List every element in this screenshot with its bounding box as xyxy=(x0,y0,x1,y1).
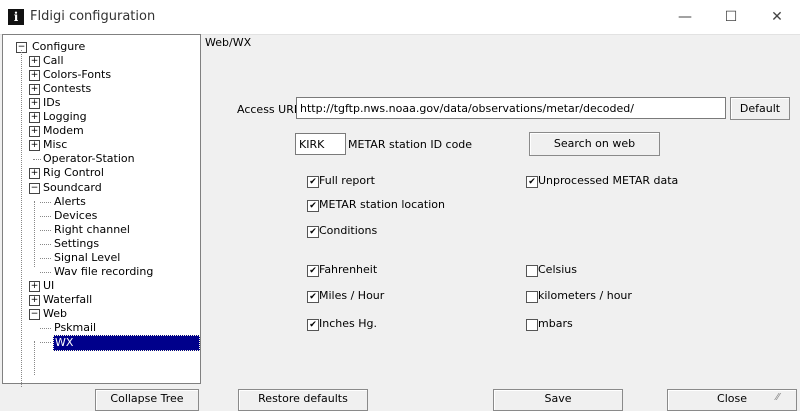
tree-item-logging[interactable]: Logging xyxy=(43,110,87,124)
km-hour-checkbox[interactable] xyxy=(526,291,538,303)
tree-expander-icon[interactable]: + xyxy=(29,168,40,180)
tree-expander-icon[interactable]: + xyxy=(29,280,40,292)
tree-guide-line xyxy=(34,341,35,375)
celsius-label: Celsius xyxy=(538,263,577,276)
tree-expander-icon[interactable]: − xyxy=(29,182,40,194)
tree-connector xyxy=(40,257,51,259)
tree-item-web[interactable]: Web xyxy=(43,307,67,321)
fldigi-app-icon: i xyxy=(8,9,24,25)
tree-item-contests[interactable]: Contests xyxy=(43,82,91,96)
inches-hg-checkbox[interactable]: ✔ xyxy=(307,319,319,331)
tree-expander-icon[interactable]: + xyxy=(29,126,40,138)
close-window-button[interactable]: ✕ xyxy=(754,4,800,30)
station-location-label: METAR station location xyxy=(319,198,445,211)
tree-item-operator-station[interactable]: Operator-Station xyxy=(43,152,135,166)
tree-connector xyxy=(40,229,51,231)
full-report-checkbox[interactable]: ✔ xyxy=(307,176,319,188)
tree-connector xyxy=(40,243,51,245)
tree-expander-icon[interactable]: + xyxy=(29,98,40,110)
conditions-checkbox[interactable]: ✔ xyxy=(307,226,319,238)
celsius-checkbox[interactable] xyxy=(526,265,538,277)
tree-expander-icon[interactable]: + xyxy=(29,70,40,82)
tree-item-rig-control[interactable]: Rig Control xyxy=(43,166,104,180)
access-url-input[interactable]: http://tgftp.nws.noaa.gov/data/observati… xyxy=(296,97,726,119)
miles-hour-checkbox[interactable]: ✔ xyxy=(307,291,319,303)
title-bar: i Fldigi configuration — ☐ ✕ xyxy=(0,0,800,35)
unprocessed-checkbox[interactable]: ✔ xyxy=(526,176,538,188)
fahrenheit-checkbox[interactable]: ✔ xyxy=(307,265,319,277)
tree-expander-icon[interactable]: + xyxy=(29,294,40,306)
tree-connector xyxy=(33,159,41,161)
mbars-label: mbars xyxy=(538,317,573,330)
tree-item-settings[interactable]: Settings xyxy=(54,237,99,251)
unprocessed-label: Unprocessed METAR data xyxy=(538,174,679,187)
tree-connector xyxy=(40,215,51,217)
tree-item-right-channel[interactable]: Right channel xyxy=(54,223,130,237)
tree-item-ids[interactable]: IDs xyxy=(43,96,60,110)
maximize-button[interactable]: ☐ xyxy=(708,4,754,30)
web-wx-panel: Web/WX Access URL http://tgftp.nws.noaa.… xyxy=(201,34,798,382)
tree-expander-icon[interactable]: + xyxy=(29,56,40,68)
tree-connector xyxy=(40,342,51,344)
window-title: Fldigi configuration xyxy=(30,9,156,24)
tree-connector xyxy=(40,328,51,329)
default-button[interactable]: Default xyxy=(730,97,790,120)
fahrenheit-label: Fahrenheit xyxy=(319,263,378,276)
tree-item-waterfall[interactable]: Waterfall xyxy=(43,293,92,307)
station-id-input[interactable]: KIRK xyxy=(295,133,346,155)
resize-grip-icon[interactable]: ⁄⁄ xyxy=(776,392,790,403)
miles-hour-label: Miles / Hour xyxy=(319,289,385,302)
tree-item-pskmail[interactable]: Pskmail xyxy=(54,321,96,335)
tree-item-call[interactable]: Call xyxy=(43,54,64,68)
tree-item-misc[interactable]: Misc xyxy=(43,138,67,152)
full-report-label: Full report xyxy=(319,174,375,187)
tree-item-ui[interactable]: UI xyxy=(43,279,54,293)
inches-hg-label: Inches Hg. xyxy=(319,317,377,330)
station-location-checkbox[interactable]: ✔ xyxy=(307,200,319,212)
tree-item-colors-fonts[interactable]: Colors-Fonts xyxy=(43,68,111,82)
tree-connector xyxy=(40,201,51,203)
tree-item-devices[interactable]: Devices xyxy=(54,209,97,223)
access-url-label: Access URL xyxy=(237,103,300,116)
km-hour-label: kilometers / hour xyxy=(538,289,632,302)
tree-expander-icon[interactable]: − xyxy=(29,308,40,320)
tree-item-wav-file-recording[interactable]: Wav file recording xyxy=(54,265,153,279)
config-tree[interactable]: − Configure + Call + Colors-Fonts + Contests + ID… xyxy=(2,34,201,387)
tree-item-soundcard[interactable]: Soundcard xyxy=(43,181,102,195)
tree-item-configure[interactable]: Configure xyxy=(32,40,85,54)
conditions-label: Conditions xyxy=(319,224,378,237)
tree-item-alerts[interactable]: Alerts xyxy=(54,195,86,209)
panel-heading: Web/WX xyxy=(205,36,252,49)
mbars-checkbox[interactable] xyxy=(526,319,538,331)
minimize-button[interactable]: — xyxy=(662,4,708,30)
search-on-web-button[interactable]: Search on web xyxy=(529,132,660,156)
station-id-label: METAR station ID code xyxy=(348,138,473,151)
tree-expander-icon[interactable]: + xyxy=(29,112,40,124)
tree-item-signal-level[interactable]: Signal Level xyxy=(54,251,120,265)
tree-item-wx[interactable]: WX xyxy=(53,335,200,352)
tree-expander-icon[interactable]: + xyxy=(29,140,40,152)
tree-guide-line xyxy=(21,50,22,387)
tree-expander-icon[interactable]: + xyxy=(29,84,40,96)
tree-connector xyxy=(40,271,51,273)
tree-guide-line xyxy=(34,201,35,267)
tree-item-modem[interactable]: Modem xyxy=(43,124,84,138)
